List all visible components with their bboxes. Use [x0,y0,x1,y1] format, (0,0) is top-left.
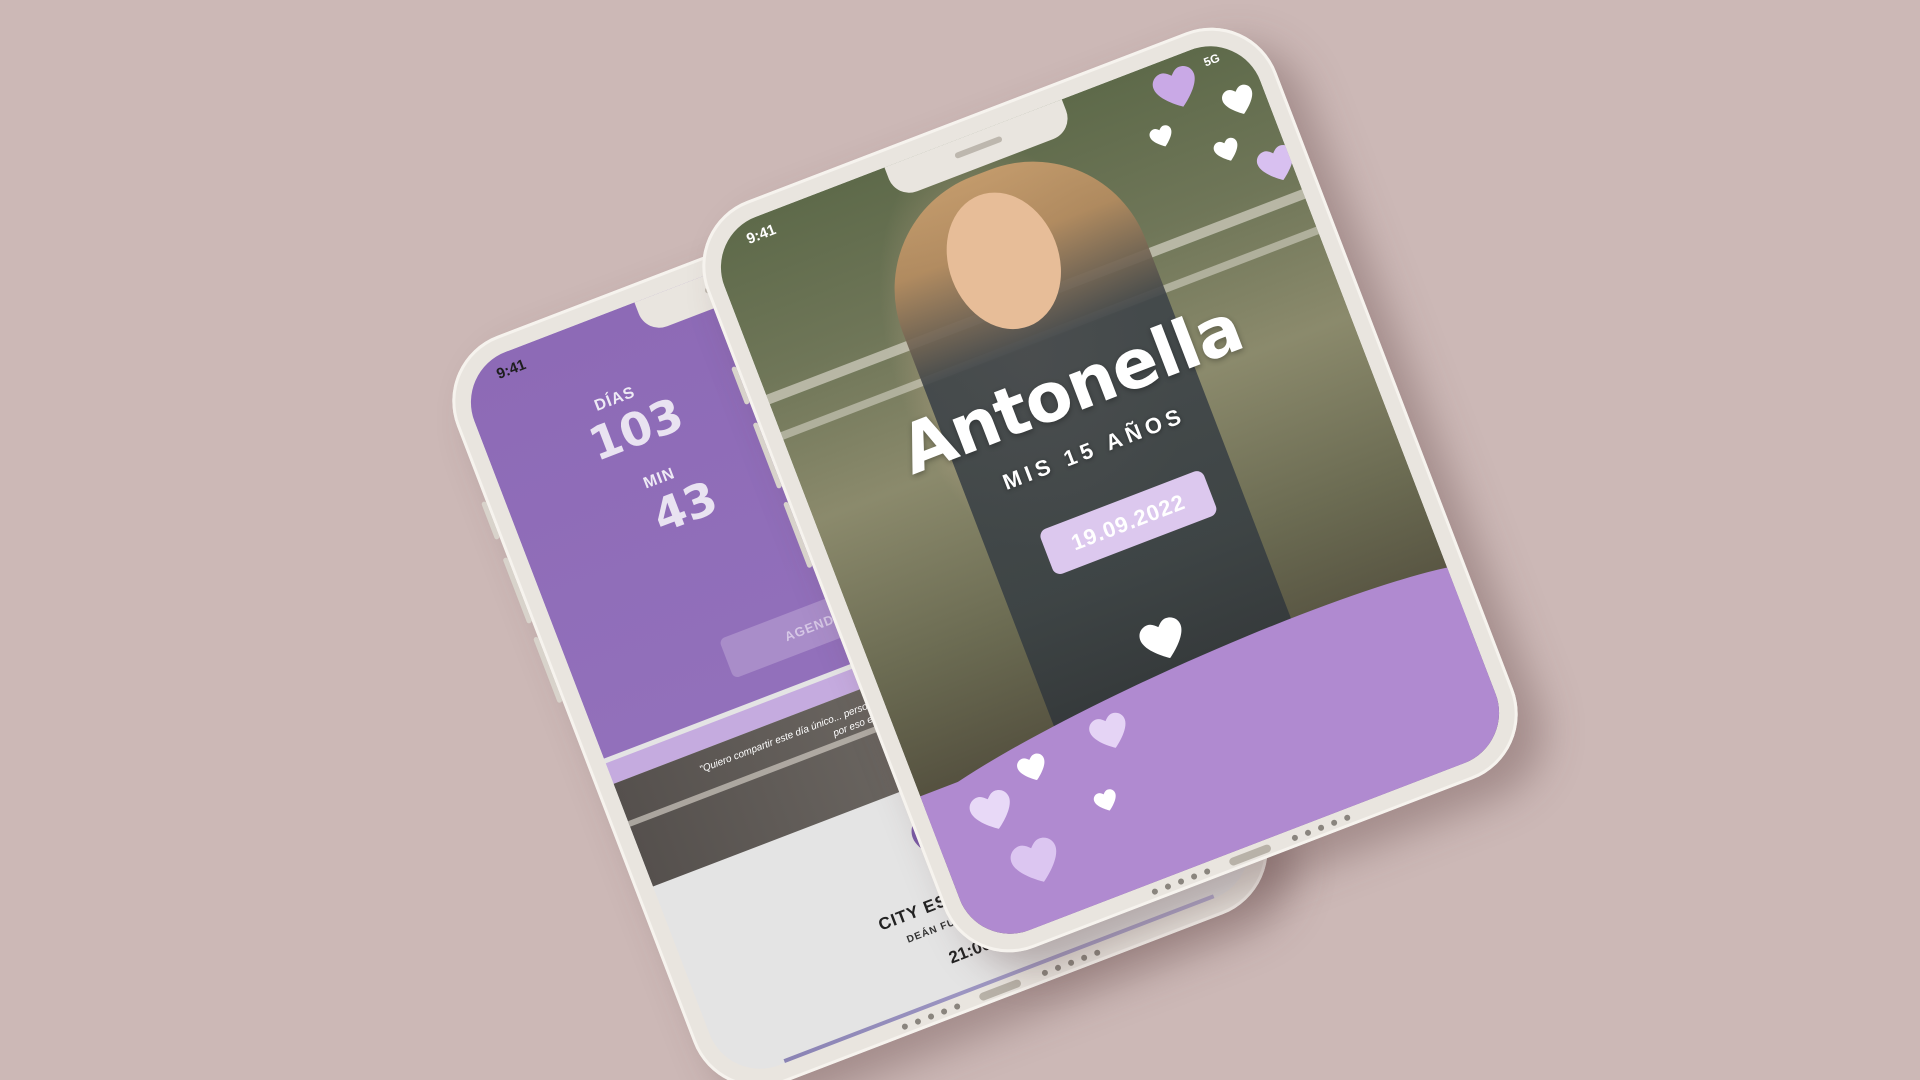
volume-up-button [502,556,533,625]
mockup-stage: 9:41 DÍAS 103 MIN 43 AGENDAR LA FI "Quie… [0,0,1920,1080]
mute-switch [480,500,501,541]
volume-down-button [532,636,563,704]
